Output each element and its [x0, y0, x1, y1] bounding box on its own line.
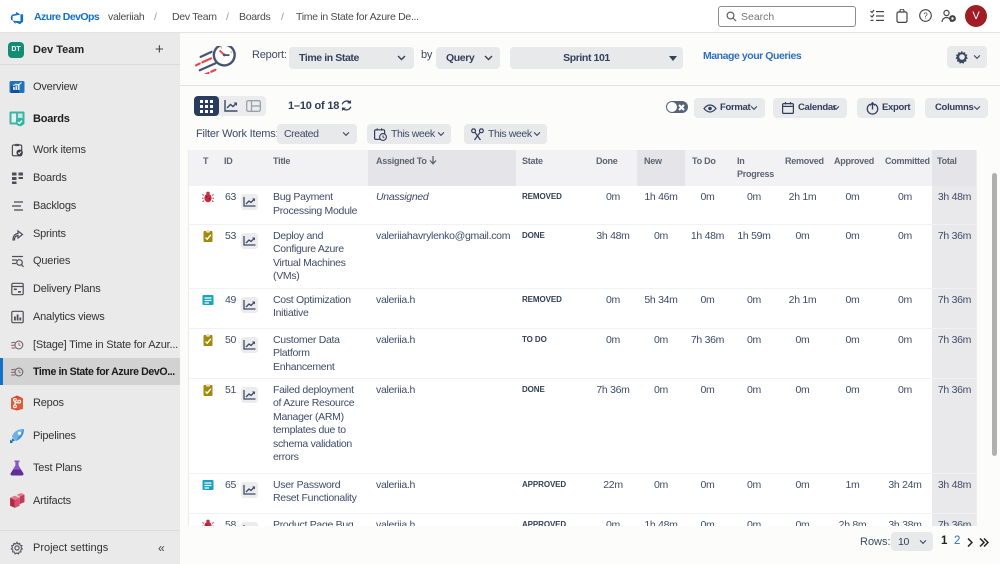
svg-text:?: ?: [923, 11, 928, 20]
